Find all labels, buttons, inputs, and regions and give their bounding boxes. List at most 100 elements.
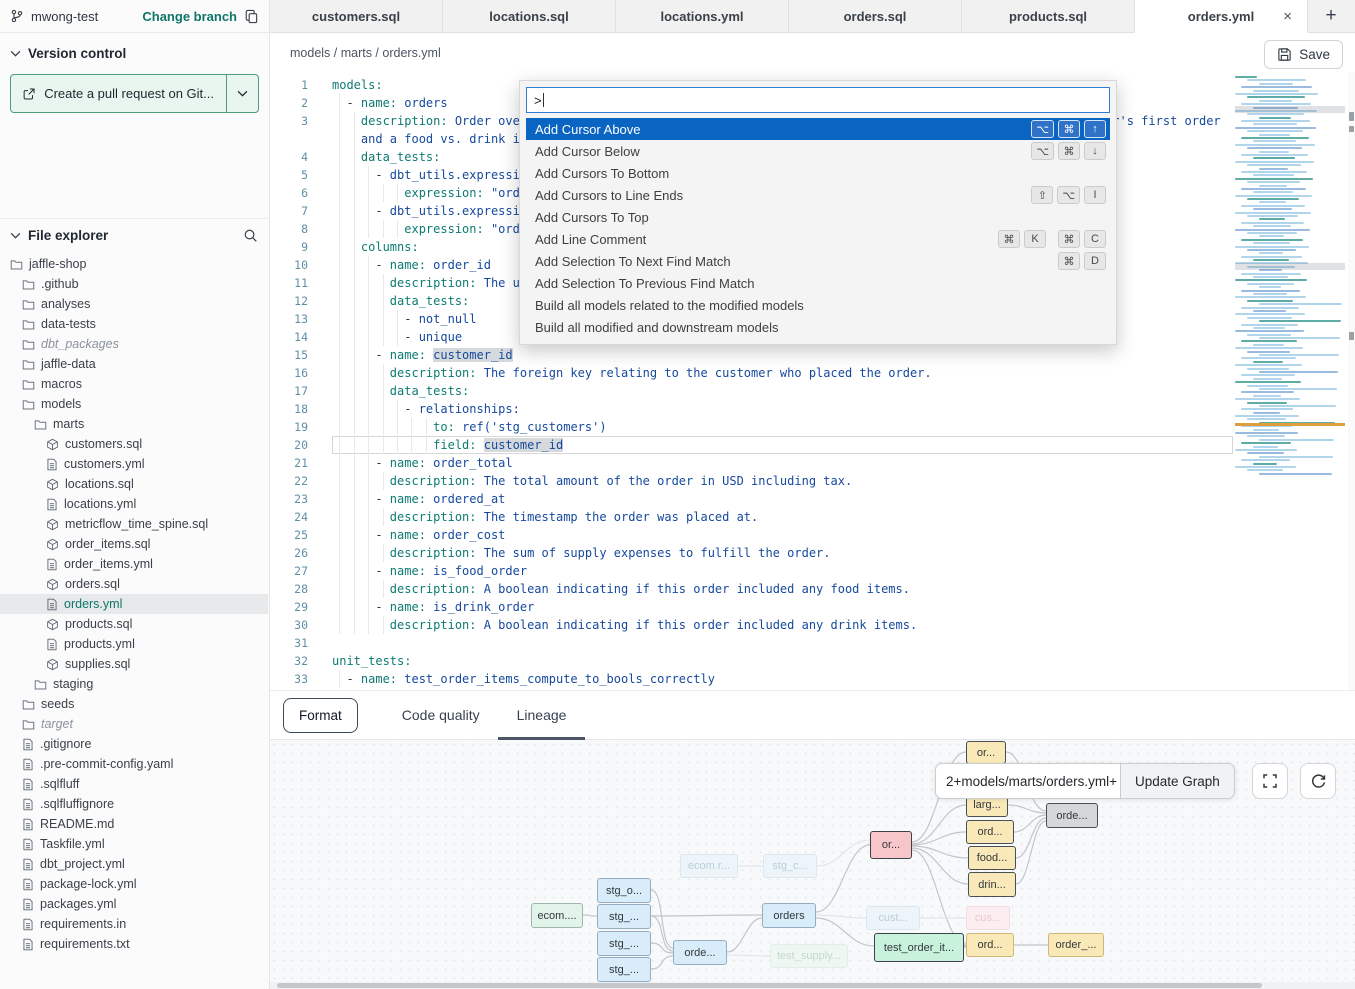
file-item-supplies.sql[interactable]: supplies.sql	[0, 654, 268, 674]
file-item-.sqlfluff[interactable]: .sqlfluff	[0, 774, 268, 794]
lineage-node-cust[interactable]: cust...	[866, 906, 920, 930]
lineage-node-or[interactable]: or...	[966, 741, 1006, 764]
code-line[interactable]: 24 description: The timestamp the order …	[270, 508, 1233, 526]
palette-item-add-cursor-above[interactable]: Add Cursor Above⌥⌘↑	[526, 118, 1110, 140]
file-item-customers.yml[interactable]: customers.yml	[0, 454, 268, 474]
lineage-node-orde[interactable]: orde...	[673, 940, 727, 965]
palette-item-add-selection-to-next-find-match[interactable]: Add Selection To Next Find Match⌘D	[526, 250, 1110, 272]
file-item-locations.yml[interactable]: locations.yml	[0, 494, 268, 514]
create-pr-button[interactable]: Create a pull request on Git...	[10, 74, 259, 113]
lineage-node-or[interactable]: or...	[870, 831, 912, 859]
file-item-data-tests[interactable]: data-tests	[0, 314, 268, 334]
file-item-orders.yml[interactable]: orders.yml	[0, 594, 268, 614]
file-item-.sqlfluffignore[interactable]: .sqlfluffignore	[0, 794, 268, 814]
tab-lineage[interactable]: Lineage	[517, 691, 567, 740]
file-item-products.yml[interactable]: products.yml	[0, 634, 268, 654]
lineage-node-stg_o[interactable]: stg_o...	[597, 878, 651, 903]
lineage-graph[interactable]: ecom....stg_o...stg_...stg_...stg_...ord…	[270, 740, 1355, 983]
lineage-node-test_order_it[interactable]: test_order_it...	[874, 933, 964, 962]
file-item-README.md[interactable]: README.md	[0, 814, 268, 834]
code-line[interactable]: 30 description: A boolean indicating if …	[270, 616, 1233, 634]
lineage-node-ord[interactable]: ord...	[966, 933, 1014, 957]
change-branch-link[interactable]: Change branch	[142, 9, 237, 24]
palette-item-add-cursors-to-line-ends[interactable]: Add Cursors to Line Ends⇧⌥I	[526, 184, 1110, 206]
file-item-metricflow_time_spine.sql[interactable]: metricflow_time_spine.sql	[0, 514, 268, 534]
editor-tab-locations.sql[interactable]: locations.sql	[443, 0, 616, 33]
save-button[interactable]: Save	[1264, 40, 1343, 69]
editor-tab-locations.yml[interactable]: locations.yml	[616, 0, 789, 33]
lineage-node-drin[interactable]: drin...	[968, 872, 1016, 897]
code-line[interactable]: 18 - relationships:	[270, 400, 1233, 418]
editor-tab-orders.yml[interactable]: orders.yml×	[1135, 0, 1308, 33]
file-item-jaffle-shop[interactable]: jaffle-shop	[0, 254, 268, 274]
file-item-.gitignore[interactable]: .gitignore	[0, 734, 268, 754]
format-button[interactable]: Format	[283, 698, 358, 733]
file-item-.github[interactable]: .github	[0, 274, 268, 294]
code-line[interactable]: 33 - name: test_order_items_compute_to_b…	[270, 670, 1233, 688]
file-item-macros[interactable]: macros	[0, 374, 268, 394]
new-tab-button[interactable]: +	[1308, 0, 1354, 33]
fullscreen-button[interactable]	[1252, 763, 1288, 799]
close-tab-icon[interactable]: ×	[1283, 9, 1292, 24]
code-line[interactable]: 16 description: The foreign key relating…	[270, 364, 1233, 382]
file-item-package-lock.yml[interactable]: package-lock.yml	[0, 874, 268, 894]
palette-item-build-all-models-related-to-the-modified-models[interactable]: Build all models related to the modified…	[526, 294, 1110, 316]
palette-item-add-selection-to-previous-find-match[interactable]: Add Selection To Previous Find Match	[526, 272, 1110, 294]
command-palette-input[interactable]: >	[526, 87, 1110, 113]
file-item-customers.sql[interactable]: customers.sql	[0, 434, 268, 454]
code-line[interactable]: 23 - name: ordered_at	[270, 490, 1233, 508]
lineage-node-stg_[interactable]: stg_...	[597, 904, 651, 929]
file-item-packages.yml[interactable]: packages.yml	[0, 894, 268, 914]
file-item-order_items.yml[interactable]: order_items.yml	[0, 554, 268, 574]
file-item-dbt_project.yml[interactable]: dbt_project.yml	[0, 854, 268, 874]
file-item-requirements.in[interactable]: requirements.in	[0, 914, 268, 934]
code-line[interactable]: 19 to: ref('stg_customers')	[270, 418, 1233, 436]
lineage-search-input[interactable]: 2+models/marts/orders.yml+	[935, 763, 1120, 799]
file-explorer-header[interactable]: File explorer	[0, 219, 268, 248]
code-line[interactable]: 22 description: The total amount of the …	[270, 472, 1233, 490]
lineage-node-orde[interactable]: orde...	[1046, 803, 1098, 828]
lineage-node-orders[interactable]: orders	[762, 903, 816, 928]
palette-item-add-cursor-below[interactable]: Add Cursor Below⌥⌘↓	[526, 140, 1110, 162]
update-graph-button[interactable]: Update Graph	[1120, 763, 1235, 799]
code-line[interactable]: 29 - name: is_drink_order	[270, 598, 1233, 616]
file-item-dbt_packages[interactable]: dbt_packages	[0, 334, 268, 354]
lineage-node-cus[interactable]: cus...	[966, 906, 1010, 930]
lineage-node-food[interactable]: food...	[968, 846, 1016, 870]
code-line[interactable]: 15 - name: customer_id	[270, 346, 1233, 364]
file-item-target[interactable]: target	[0, 714, 268, 734]
refresh-button[interactable]	[1300, 763, 1336, 799]
file-item-locations.sql[interactable]: locations.sql	[0, 474, 268, 494]
file-item-.pre-commit-config.yaml[interactable]: .pre-commit-config.yaml	[0, 754, 268, 774]
file-item-Taskfile.yml[interactable]: Taskfile.yml	[0, 834, 268, 854]
file-item-order_items.sql[interactable]: order_items.sql	[0, 534, 268, 554]
file-item-seeds[interactable]: seeds	[0, 694, 268, 714]
lineage-node-ord[interactable]: ord...	[966, 820, 1014, 844]
tab-code-quality[interactable]: Code quality	[402, 691, 480, 740]
horizontal-scrollbar-thumb[interactable]	[277, 983, 1262, 988]
file-item-marts[interactable]: marts	[0, 414, 268, 434]
file-item-orders.sql[interactable]: orders.sql	[0, 574, 268, 594]
search-icon[interactable]	[243, 228, 258, 243]
palette-item-build-all-modified-and-downstream-models[interactable]: Build all modified and downstream models	[526, 316, 1110, 338]
file-item-models[interactable]: models	[0, 394, 268, 414]
lineage-node-stg_c[interactable]: stg_c...	[763, 854, 817, 878]
file-item-requirements.txt[interactable]: requirements.txt	[0, 934, 268, 954]
lineage-node-stg_[interactable]: stg_...	[597, 931, 651, 956]
lineage-node-ecomr[interactable]: ecom.r...	[680, 854, 738, 878]
file-item-products.sql[interactable]: products.sql	[0, 614, 268, 634]
vertical-scrollbar[interactable]	[1348, 72, 1355, 690]
palette-item-add-cursors-to-bottom[interactable]: Add Cursors To Bottom	[526, 162, 1110, 184]
lineage-node-test_supply[interactable]: test_supply...	[770, 944, 848, 968]
code-line[interactable]: 21 - name: order_total	[270, 454, 1233, 472]
lineage-node-ecom[interactable]: ecom....	[531, 903, 583, 928]
version-control-header[interactable]: Version control	[0, 33, 269, 68]
code-line[interactable]: 25 - name: order_cost	[270, 526, 1233, 544]
copy-icon[interactable]	[244, 9, 259, 24]
code-line[interactable]: 28 description: A boolean indicating if …	[270, 580, 1233, 598]
palette-item-add-line-comment[interactable]: Add Line Comment⌘K⌘C	[526, 228, 1110, 250]
code-line[interactable]: 17 data_tests:	[270, 382, 1233, 400]
lineage-node-order_[interactable]: order_...	[1048, 933, 1104, 957]
code-line[interactable]: 31	[270, 634, 1233, 652]
code-line[interactable]: 26 description: The sum of supply expens…	[270, 544, 1233, 562]
